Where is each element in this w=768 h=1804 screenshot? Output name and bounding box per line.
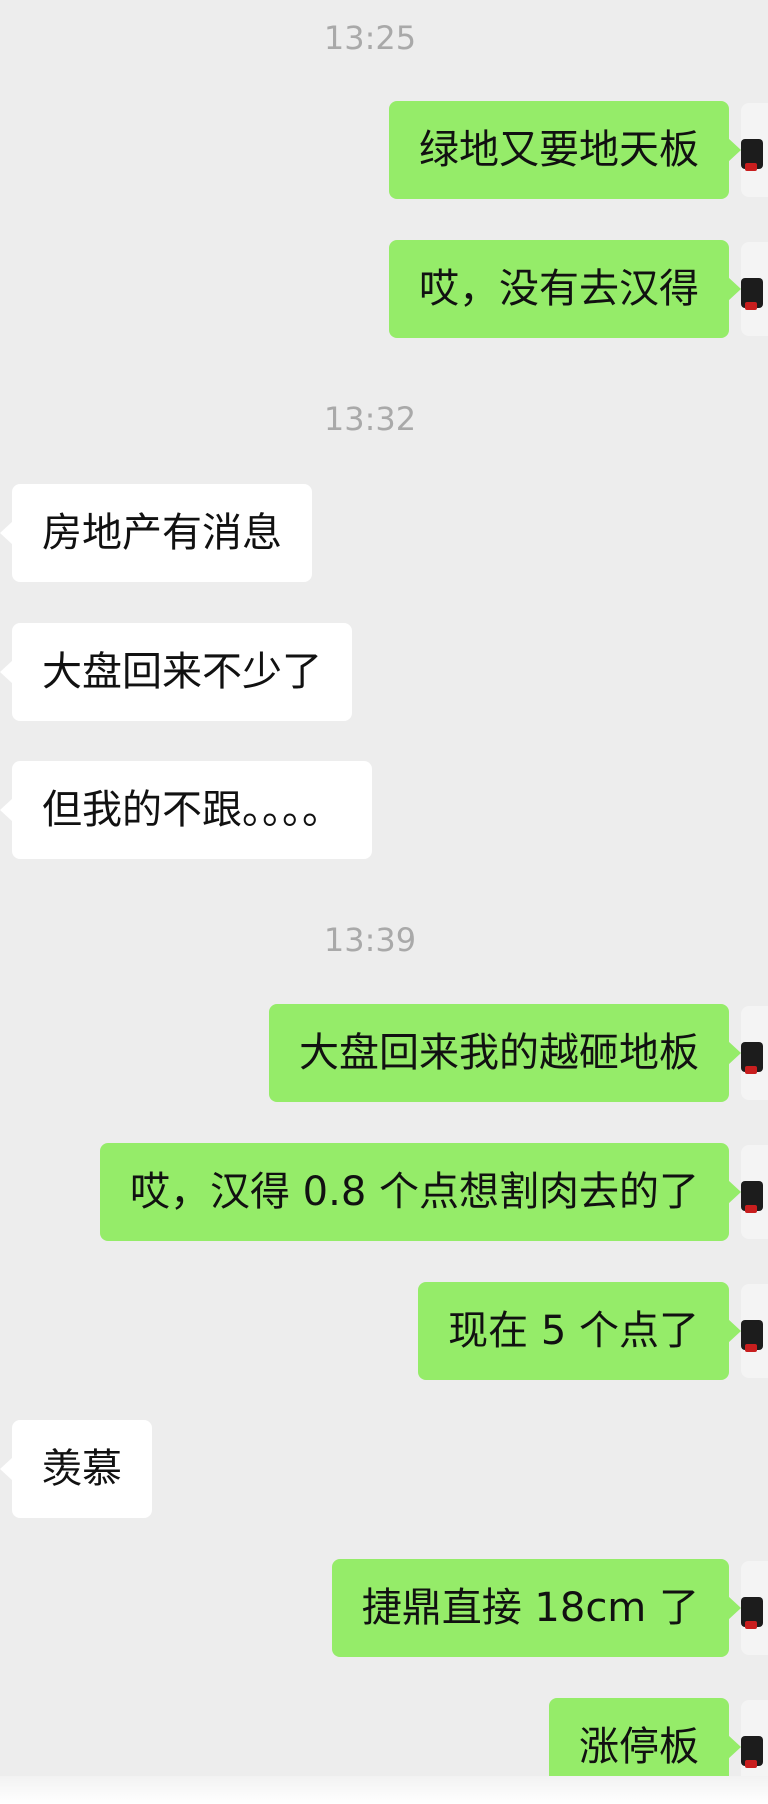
message-text: 捷鼎直接 18cm 了 <box>361 1585 699 1631</box>
message-received[interactable]: 大盘回来不少了 <box>0 623 352 721</box>
user-avatar[interactable] <box>741 1006 768 1100</box>
message-text: 现在 5 个点了 <box>448 1308 699 1354</box>
message-text: 但我的不跟。。。。 <box>42 787 342 833</box>
message-sent[interactable]: 大盘回来我的越砸地板 <box>269 1004 768 1102</box>
chat-conversation[interactable]: 13:25 绿地又要地天板 哎，没有去汉得 13:32 房地产有消息 大盘回来不… <box>0 0 768 1804</box>
message-sent[interactable]: 现在 5 个点了 <box>418 1282 768 1380</box>
message-received[interactable]: 羡慕 <box>0 1420 152 1518</box>
message-text: 房地产有消息 <box>42 510 282 556</box>
timestamp: 13:32 <box>323 400 417 438</box>
message-received[interactable]: 房地产有消息 <box>0 484 312 582</box>
message-sent[interactable]: 捷鼎直接 18cm 了 <box>331 1559 768 1657</box>
user-avatar[interactable] <box>741 242 768 336</box>
user-avatar[interactable] <box>741 1284 768 1378</box>
timestamp: 13:39 <box>323 921 417 959</box>
message-text: 大盘回来不少了 <box>42 649 322 695</box>
message-text: 羡慕 <box>42 1446 122 1492</box>
message-text: 涨停板 <box>579 1724 699 1770</box>
user-avatar[interactable] <box>741 103 768 197</box>
message-sent[interactable]: 绿地又要地天板 <box>389 101 768 199</box>
input-bar-edge <box>0 1776 768 1804</box>
message-text: 大盘回来我的越砸地板 <box>299 1030 699 1076</box>
timestamp: 13:25 <box>323 19 417 57</box>
message-text: 绿地又要地天板 <box>419 127 699 173</box>
user-avatar[interactable] <box>741 1561 768 1655</box>
message-text: 哎，没有去汉得 <box>419 266 699 312</box>
message-sent[interactable]: 哎，汉得 0.8 个点想割肉去的了 <box>99 1143 768 1241</box>
message-text: 哎，汉得 0.8 个点想割肉去的了 <box>129 1169 699 1215</box>
user-avatar[interactable] <box>741 1145 768 1239</box>
message-received[interactable]: 但我的不跟。。。。 <box>0 761 372 859</box>
message-sent[interactable]: 哎，没有去汉得 <box>389 240 768 338</box>
